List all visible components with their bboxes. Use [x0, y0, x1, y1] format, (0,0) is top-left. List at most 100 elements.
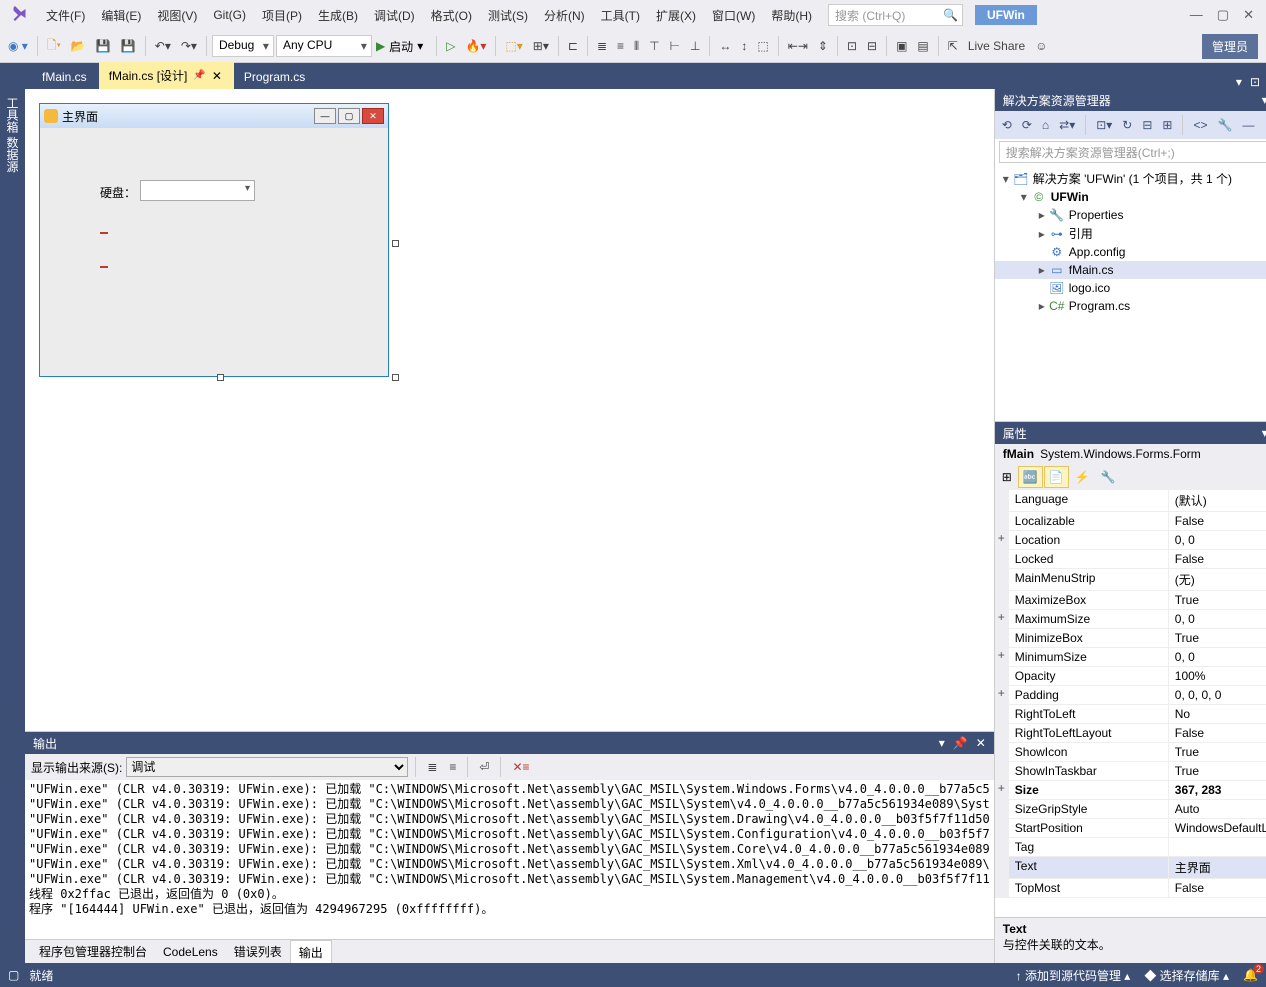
sln-showall-icon[interactable]: ⊞ [1159, 116, 1175, 134]
prop-row[interactable]: LockedFalse [995, 550, 1266, 569]
status-scm[interactable]: ↑ 添加到源代码管理 ▴ [1016, 967, 1131, 984]
prop-row[interactable]: TopMostFalse [995, 879, 1266, 898]
output-dropdown-icon[interactable]: ▾ [939, 736, 945, 750]
menu-test[interactable]: 测试(S) [480, 3, 536, 28]
resize-handle-bottom[interactable] [217, 374, 224, 381]
tab-overflow-icon[interactable]: ▾ [1236, 75, 1242, 89]
output-source-combo[interactable]: 调试 [126, 757, 408, 777]
size2[interactable]: ↕ [737, 36, 751, 56]
side-toolbox-tab[interactable]: 工具箱 数据源 [0, 89, 25, 963]
prop-row[interactable]: RightToLeftNo [995, 705, 1266, 724]
center2[interactable]: ⊟ [863, 36, 881, 56]
tab-fmain-design[interactable]: fMain.cs [设计]📌✕ [99, 62, 234, 89]
resize-handle-corner[interactable] [392, 374, 399, 381]
prop-row[interactable]: MainMenuStrip(无) [995, 569, 1266, 591]
prop-row[interactable]: ShowInTaskbarTrue [995, 762, 1266, 781]
menu-edit[interactable]: 编辑(E) [93, 3, 149, 28]
order1[interactable]: ▣ [892, 36, 911, 56]
liveshare-icon[interactable]: ⇱ [944, 36, 962, 56]
bottom-tab-CodeLens[interactable]: CodeLens [155, 942, 226, 962]
sln-code-icon[interactable]: <> [1190, 116, 1210, 134]
tree-node[interactable]: ▸🔧Properties [995, 206, 1266, 224]
output-text[interactable]: "UFWin.exe" (CLR v4.0.30319: UFWin.exe):… [25, 780, 994, 939]
output-pin-icon[interactable]: 📌 [953, 736, 968, 750]
platform-combo[interactable]: Any CPU [276, 35, 372, 57]
prop-row[interactable]: +Location0, 0 [995, 531, 1266, 550]
output-close-icon[interactable]: ✕ [976, 736, 986, 750]
sln-collapse-icon[interactable]: ⊟ [1139, 116, 1155, 134]
maximize-icon[interactable]: ▢ [1217, 7, 1229, 23]
output-clear-btn[interactable]: ≣ [423, 757, 441, 777]
hot-reload-btn[interactable]: 🔥▾ [461, 36, 490, 56]
sln-props-icon[interactable]: 🔧 [1215, 116, 1236, 134]
align3[interactable]: ⫴ [630, 36, 643, 57]
designed-form[interactable]: 主界面 — ▢ ✕ 硬盘： [39, 103, 389, 377]
props-grid[interactable]: Language(默认)LocalizableFalse+Location0, … [995, 490, 1266, 917]
redo-btn[interactable]: ↷▾ [177, 36, 201, 56]
solution-search[interactable]: 搜索解决方案资源管理器(Ctrl+;) 🔍 [999, 141, 1266, 163]
menu-format[interactable]: 格式(O) [423, 3, 480, 28]
sln-fwd-icon[interactable]: ⟳ [1019, 116, 1035, 134]
tree-node[interactable]: ▸C#Program.cs [995, 297, 1266, 315]
form-label-disk[interactable]: 硬盘： [100, 184, 136, 201]
tree-node[interactable]: ▾🗂解决方案 'UFWin' (1 个项目，共 1 个) [995, 169, 1266, 188]
tree-node[interactable]: ⚙App.config [995, 243, 1266, 261]
prop-row[interactable]: Text主界面 [995, 857, 1266, 879]
prop-row[interactable]: MinimizeBoxTrue [995, 629, 1266, 648]
prop-row[interactable]: Language(默认) [995, 490, 1266, 512]
align1[interactable]: ≣ [593, 36, 611, 56]
sln-preview-icon[interactable]: — [1239, 116, 1257, 134]
tab-maximize-icon[interactable]: ⊡ [1250, 75, 1260, 89]
global-search[interactable]: 搜索 (Ctrl+Q) 🔍 [828, 4, 963, 26]
minimize-icon[interactable]: — [1190, 7, 1203, 23]
menu-help[interactable]: 帮助(H) [763, 3, 820, 28]
prop-row[interactable]: MaximizeBoxTrue [995, 591, 1266, 610]
bottom-tab-输出[interactable]: 输出 [290, 940, 332, 964]
status-repo[interactable]: ◆ 选择存储库 ▴ [1144, 967, 1229, 984]
close-icon[interactable]: ✕ [1243, 7, 1254, 23]
start-debug-btn[interactable]: ▶启动 ▾ [374, 36, 431, 57]
menu-window[interactable]: 窗口(W) [704, 3, 763, 28]
tab-fmain-cs[interactable]: fMain.cs [32, 65, 99, 89]
order2[interactable]: ▤ [913, 36, 932, 56]
output-toggle-btn[interactable]: ≡ [445, 757, 460, 777]
center1[interactable]: ⊡ [843, 36, 861, 56]
bottom-tab-错误列表[interactable]: 错误列表 [226, 940, 290, 963]
notifications-icon[interactable]: 🔔 [1243, 968, 1258, 982]
menu-project[interactable]: 项目(P) [254, 3, 310, 28]
prop-row[interactable]: StartPositionWindowsDefaultLocation [995, 819, 1266, 838]
props-events-btn[interactable]: ⚡ [1070, 466, 1095, 488]
feedback-icon[interactable]: ☺ [1031, 36, 1051, 56]
prop-row[interactable]: +Size367, 283 [995, 781, 1266, 800]
tree-node[interactable]: ▸⊶引用 [995, 224, 1266, 243]
start-nodebug-btn[interactable]: ▷ [442, 36, 459, 56]
tab-program-cs[interactable]: Program.cs [234, 65, 317, 89]
prop-row[interactable]: Opacity100% [995, 667, 1266, 686]
menu-tools[interactable]: 工具(T) [593, 3, 648, 28]
open-btn[interactable]: 📂 [67, 36, 90, 56]
save-all-btn[interactable]: 💾 [117, 36, 140, 56]
solution-dropdown-icon[interactable]: ▾ [1262, 93, 1266, 107]
tb-group2[interactable]: ⊞▾ [529, 36, 553, 56]
menu-extensions[interactable]: 扩展(X) [648, 3, 704, 28]
sln-switch-icon[interactable]: ⇄▾ [1056, 116, 1078, 134]
form-combo-disk[interactable] [140, 180, 255, 201]
pin-icon[interactable]: 📌 [193, 70, 205, 81]
undo-btn[interactable]: ↶▾ [151, 36, 175, 56]
props-categorized-btn[interactable]: ⊞ [997, 466, 1017, 488]
tree-node[interactable]: 🖼logo.ico [995, 279, 1266, 297]
menu-view[interactable]: 视图(V) [149, 3, 205, 28]
prop-row[interactable]: Tag [995, 838, 1266, 857]
prop-row[interactable]: +MaximumSize0, 0 [995, 610, 1266, 629]
align6[interactable]: ⊥ [686, 36, 704, 56]
menu-git[interactable]: Git(G) [205, 4, 254, 26]
solution-tree[interactable]: ▾🗂解决方案 'UFWin' (1 个项目，共 1 个)▾©UFWin▸🔧Pro… [995, 165, 1266, 421]
admin-badge[interactable]: 管理员 [1202, 34, 1258, 59]
prop-row[interactable]: ShowIconTrue [995, 743, 1266, 762]
align2[interactable]: ≡ [613, 36, 628, 56]
tb-group1[interactable]: ⬚▾ [501, 36, 526, 56]
output-clear2-btn[interactable]: ✕≡ [508, 757, 533, 777]
align-left[interactable]: ⊏ [564, 36, 582, 56]
align5[interactable]: ⊢ [666, 36, 684, 56]
tree-node[interactable]: ▾©UFWin [995, 188, 1266, 206]
